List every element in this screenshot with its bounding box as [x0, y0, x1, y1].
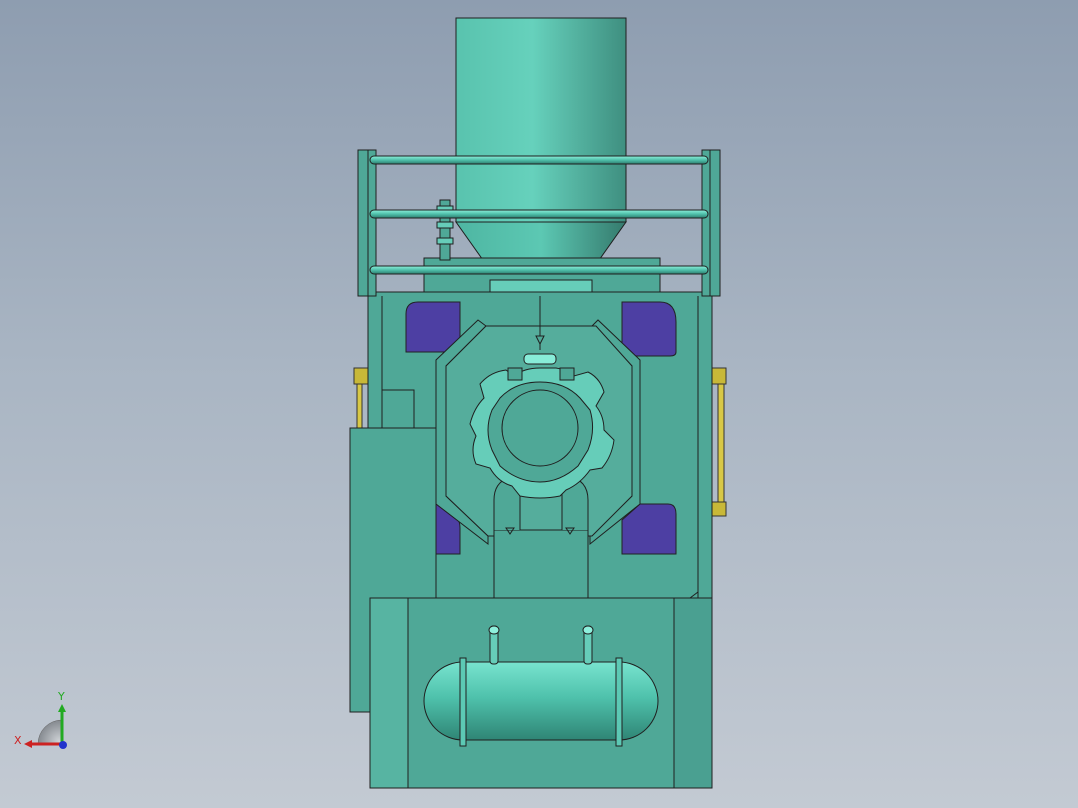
y-axis-label: Y — [57, 690, 65, 703]
z-axis-marker — [59, 741, 67, 749]
x-axis-label: X — [14, 734, 22, 747]
window-top-right — [621, 301, 677, 357]
rail-top — [369, 155, 709, 165]
tank-nozzle-left — [488, 625, 500, 665]
left-yellow-handrail — [353, 367, 369, 429]
feed-hopper — [423, 17, 661, 293]
right-yellow-handrail — [711, 367, 727, 517]
rail-middle — [369, 209, 709, 219]
top-valve — [436, 199, 454, 261]
cad-viewport[interactable]: X Y — [0, 0, 1078, 808]
view-triad[interactable]: X Y — [14, 690, 67, 749]
tank-nozzle-right — [582, 625, 594, 665]
rotor-hub — [501, 389, 579, 467]
rail-bottom — [369, 265, 709, 275]
